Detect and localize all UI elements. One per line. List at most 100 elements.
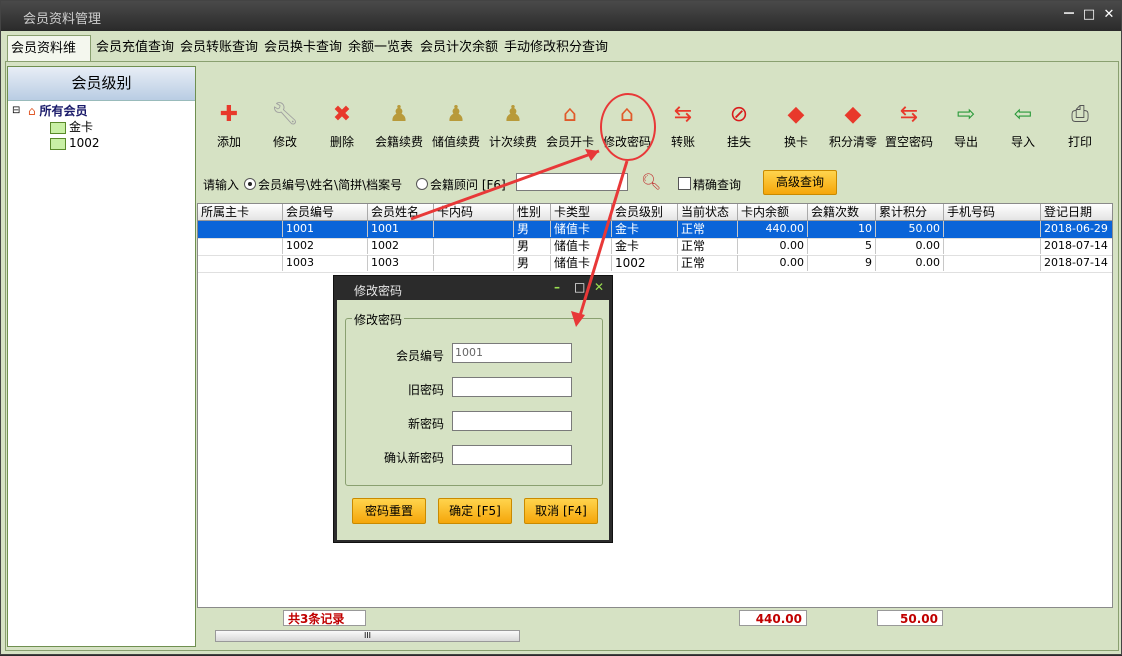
no-entry-icon: ⊘ — [729, 102, 749, 127]
toolbar-button-12[interactable]: ⇆ 置空密码 — [881, 89, 937, 151]
column-header[interactable]: 手机号码 — [944, 204, 1041, 220]
table-cell: 0.00 — [738, 255, 808, 271]
add-icon: ✚ — [219, 102, 239, 127]
diamond-icon: ◆ — [844, 102, 862, 127]
search-input[interactable] — [516, 173, 628, 191]
column-header[interactable]: 所属主卡 — [198, 204, 283, 220]
table-cell: 1001 — [368, 221, 434, 237]
cancel-button[interactable]: 取消 [F4] — [524, 498, 598, 524]
toolbar-button-9[interactable]: ⊘ 挂失 — [711, 89, 767, 151]
table-cell: 正常 — [678, 238, 738, 254]
house-icon: ⌂ — [28, 104, 36, 118]
tree-root-label: 所有会员 — [39, 104, 88, 118]
export-icon: ⇨ — [956, 102, 976, 127]
new-password-label: 新密码 — [407, 417, 444, 431]
table-cell — [434, 221, 514, 237]
close-button[interactable]: ✕ — [1101, 7, 1117, 23]
exact-query-label: 精确查询 — [693, 178, 742, 192]
toolbar-button-8[interactable]: ⇆ 转账 — [655, 89, 711, 151]
table-cell: 1002 — [283, 238, 368, 254]
dialog-minimize-button[interactable]: – — [554, 280, 560, 294]
column-header[interactable]: 当前状态 — [678, 204, 738, 220]
tab-count-balance[interactable]: 会员计次余额 — [417, 35, 501, 61]
minimize-button[interactable]: － — [1061, 7, 1077, 23]
table-row[interactable]: 1003 1003 男储值卡 1002 正常 0.00 9 0.00 2018-07-14 — [198, 255, 1112, 273]
toolbar-button-4[interactable]: ♟ 储值续费 — [428, 89, 484, 151]
table-cell: 1003 — [368, 255, 434, 271]
confirm-button[interactable]: 确定 [F5] — [438, 498, 512, 524]
table-header: 所属主卡 会员编号 会员姓名 卡内码 性别 卡类型 会员级别 当前状态 卡内余额 会籍次数 累计积分… — [198, 204, 1112, 221]
tree-expander[interactable]: ⊟ — [12, 103, 20, 119]
pawn-icon: ♟ — [389, 102, 409, 127]
column-header[interactable]: 性别 — [514, 204, 551, 220]
table-cell: 0.00 — [876, 238, 944, 254]
column-header[interactable]: 卡内余额 — [738, 204, 808, 220]
table-cell — [198, 238, 283, 254]
diamond-icon: ◆ — [787, 102, 805, 127]
table-row[interactable]: 1002 1002 男储值卡 金卡 正常 0.00 5 0.00 2018-07-14 — [198, 238, 1112, 256]
exact-query-checkbox[interactable] — [678, 177, 691, 190]
advanced-query-button[interactable]: 高级查询 — [763, 170, 837, 195]
printer-icon: ⎙ — [1071, 102, 1089, 127]
tree-item-gold[interactable]: 金卡 — [50, 119, 93, 135]
tab-recharge-query[interactable]: 会员充值查询 — [93, 35, 177, 61]
column-header[interactable]: 会员姓名 — [368, 204, 434, 220]
table-footer: 共3条记录 440.00 50.00 III — [197, 608, 1113, 648]
balance-total: 440.00 — [739, 610, 807, 626]
table-cell: 金卡 — [612, 221, 678, 237]
toolbar-button-3[interactable]: ♟ 会籍续费 — [371, 89, 427, 151]
toolbar-button-13[interactable]: ⇨ 导出 — [938, 89, 994, 151]
column-header[interactable]: 登记日期 — [1041, 204, 1112, 220]
toolbar-button-14[interactable]: ⇦ 导入 — [995, 89, 1051, 151]
search-option-member[interactable]: 会员编号\姓名\简拼\档案号 — [244, 176, 402, 193]
table-cell: 50.00 — [876, 221, 944, 237]
member-id-field[interactable]: 1001 — [452, 343, 572, 363]
toolbar-button-2[interactable]: ✖ 删除 — [314, 89, 370, 151]
search-option-advisor[interactable]: 会籍顾问 [F6] — [416, 176, 506, 193]
tab-transfer-query[interactable]: 会员转账查询 — [177, 35, 261, 61]
column-header[interactable]: 会员编号 — [283, 204, 368, 220]
record-count: 共3条记录 — [283, 610, 366, 626]
column-header[interactable]: 会籍次数 — [808, 204, 876, 220]
table-cell: 10 — [808, 221, 876, 237]
column-header[interactable]: 累计积分 — [876, 204, 944, 220]
table-cell: 1002 — [612, 255, 678, 271]
toolbar-button-10[interactable]: ◆ 换卡 — [768, 89, 824, 151]
table-cell: 储值卡 — [551, 238, 612, 254]
dialog-close-button[interactable]: ✕ — [594, 280, 604, 294]
column-header[interactable]: 会员级别 — [612, 204, 678, 220]
tab-bar: 会员资料维护 会员充值查询 会员转账查询 会员换卡查询 余额一览表 会员计次余额… — [5, 35, 1117, 82]
toolbar-button-6[interactable]: ⌂ 会员开卡 — [542, 89, 598, 151]
toolbar-button-5[interactable]: ♟ 计次续费 — [485, 89, 541, 151]
column-header[interactable]: 卡内码 — [434, 204, 514, 220]
table-cell: 正常 — [678, 221, 738, 237]
new-password-field[interactable] — [452, 411, 572, 431]
search-icon[interactable]: 🔍︎ — [641, 172, 661, 191]
confirm-password-field[interactable] — [452, 445, 572, 465]
toolbar-button-11[interactable]: ◆ 积分清零 — [825, 89, 881, 151]
table-cell: 正常 — [678, 255, 738, 271]
main-window: 会员资料管理 － □ ✕ 会员资料维护 会员充值查询 会员转账查询 会员换卡查询… — [0, 0, 1122, 655]
old-password-field[interactable] — [452, 377, 572, 397]
dialog-maximize-button[interactable]: □ — [574, 280, 585, 294]
maximize-button[interactable]: □ — [1081, 7, 1097, 23]
toolbar-button-1[interactable]: 🔧︎ 修改 — [257, 89, 313, 151]
tree-item-1002[interactable]: 1002 — [50, 135, 100, 151]
table-cell — [944, 221, 1041, 237]
password-groupbox: 修改密码 会员编号 1001 旧密码 新密码 确认新密码 — [345, 311, 603, 486]
tree-root[interactable]: ⌂ 所有会员 — [28, 103, 87, 119]
table-row[interactable]: 1001 1001 男储值卡 金卡 正常 440.00 10 50.00 2018-06-29 — [198, 221, 1112, 239]
tab-card-change-query[interactable]: 会员换卡查询 — [261, 35, 345, 61]
horizontal-scrollbar[interactable]: III — [215, 630, 520, 642]
tab-balance-list[interactable]: 余额一览表 — [345, 35, 417, 61]
search-bar: 请输入 会员编号\姓名\简拼\档案号 会籍顾问 [F6] 🔍︎ 精确查询 高级查… — [197, 167, 1113, 199]
reset-password-button[interactable]: 密码重置 — [352, 498, 426, 524]
table-cell: 9 — [808, 255, 876, 271]
member-level-header: 会员级别 — [8, 67, 195, 101]
tab-member-maintenance[interactable]: 会员资料维护 — [7, 35, 91, 82]
column-header[interactable]: 卡类型 — [551, 204, 612, 220]
table-cell: 2018-07-14 — [1041, 238, 1112, 254]
toolbar-button-0[interactable]: ✚ 添加 — [201, 89, 257, 151]
toolbar-button-15[interactable]: ⎙ 打印 — [1052, 89, 1108, 151]
tab-points-edit-query[interactable]: 手动修改积分查询 — [501, 35, 611, 61]
